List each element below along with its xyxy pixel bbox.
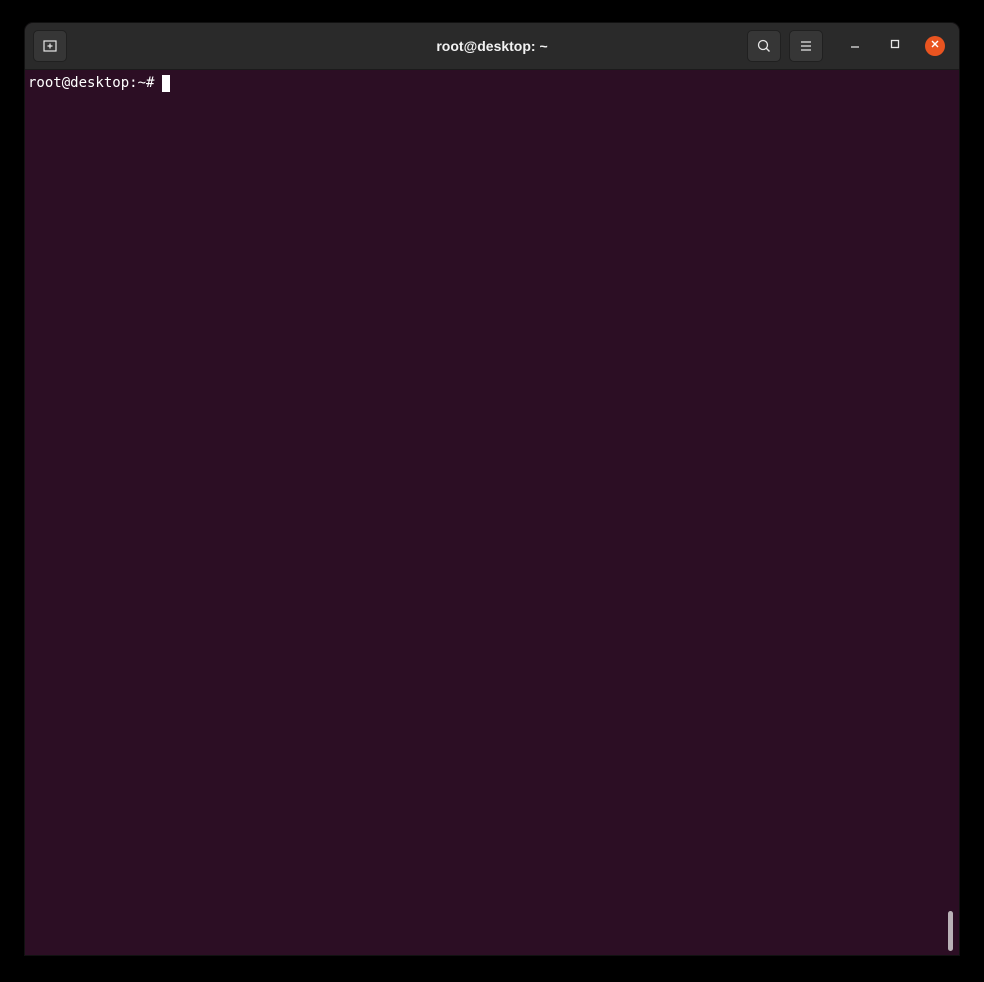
close-button[interactable] [925, 36, 945, 56]
scrollbar-thumb[interactable] [948, 911, 953, 951]
close-icon [929, 37, 941, 55]
new-tab-icon [42, 38, 58, 54]
prompt-line: root@desktop:~# [28, 74, 171, 92]
search-icon [756, 38, 772, 54]
terminal-window: root@desktop: ~ root@desktop:~# [25, 23, 959, 955]
search-button[interactable] [747, 30, 781, 62]
maximize-button[interactable] [885, 36, 905, 56]
minimize-button[interactable] [845, 36, 865, 56]
terminal-area[interactable]: root@desktop:~# [25, 70, 959, 955]
minimize-icon [849, 37, 861, 55]
titlebar[interactable]: root@desktop: ~ [25, 23, 959, 70]
menu-button[interactable] [789, 30, 823, 62]
text-cursor [162, 74, 171, 92]
new-tab-button[interactable] [33, 30, 67, 62]
hamburger-menu-icon [798, 38, 814, 54]
maximize-icon [889, 37, 901, 55]
shell-prompt: root@desktop:~# [28, 75, 155, 91]
